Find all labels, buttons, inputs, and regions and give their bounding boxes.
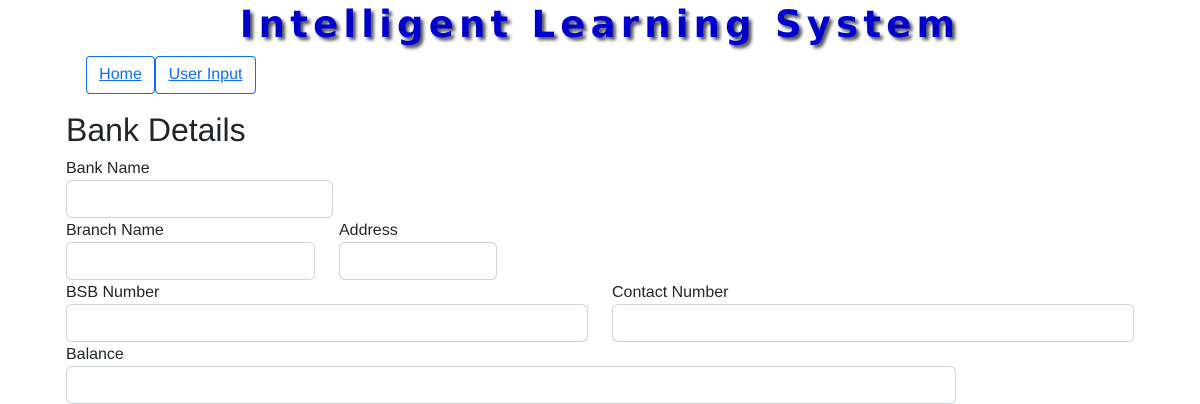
balance-label: Balance (66, 346, 124, 363)
address-label: Address (339, 222, 398, 239)
bsb-number-label: BSB Number (66, 284, 160, 301)
bsb-number-input[interactable] (66, 304, 588, 342)
contact-number-input[interactable] (612, 304, 1134, 342)
bank-name-input[interactable] (66, 180, 333, 218)
page-title: Bank Details (66, 112, 246, 148)
site-title: Intelligent Learning System (239, 3, 961, 46)
nav-link-user-input[interactable]: User Input (155, 56, 256, 94)
address-input[interactable] (339, 242, 497, 280)
branch-name-label: Branch Name (66, 222, 164, 239)
nav-link-home[interactable]: Home (86, 56, 155, 94)
contact-number-label: Contact Number (612, 284, 729, 301)
balance-input[interactable] (66, 366, 956, 404)
main-nav: Home User Input (86, 56, 256, 94)
bank-name-label: Bank Name (66, 160, 150, 177)
branch-name-input[interactable] (66, 242, 315, 280)
